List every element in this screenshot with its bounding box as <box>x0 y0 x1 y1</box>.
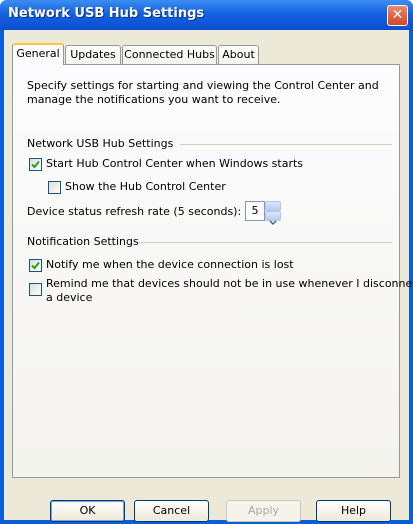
window-title: Network USB Hub Settings <box>8 6 205 21</box>
tab-updates[interactable]: Updates <box>65 45 121 64</box>
refresh-rate-spinner[interactable] <box>265 201 281 226</box>
notify-lost-checkbox[interactable] <box>29 259 42 272</box>
start-hub-label[interactable]: Start Hub Control Center when Windows st… <box>46 157 303 170</box>
general-tab-panel: Specify settings for starting and viewin… <box>12 64 413 478</box>
hub-settings-group-label: Network USB Hub Settings <box>27 137 174 150</box>
refresh-rate-label: Device status refresh rate (5 seconds): <box>27 205 242 218</box>
tab-connected-hubs[interactable]: Connected Hubs <box>122 45 217 64</box>
show-hub-label[interactable]: Show the Hub Control Center <box>65 180 226 193</box>
close-button[interactable]: ✕ <box>387 5 408 26</box>
refresh-rate-input[interactable]: 5 <box>245 201 265 221</box>
ok-button[interactable]: OK <box>50 500 125 522</box>
notify-lost-label[interactable]: Notify me when the device connection is … <box>46 258 294 271</box>
spin-down-button[interactable] <box>265 211 281 226</box>
tab-about[interactable]: About <box>218 45 259 64</box>
remind-label-line1[interactable]: Remind me that devices should not be in … <box>46 277 413 290</box>
start-hub-checkbox[interactable] <box>29 158 42 171</box>
notification-separator <box>139 242 392 243</box>
dialog-window: Network USB Hub Settings ✕ General Updat… <box>0 0 413 524</box>
remind-label-line2[interactable]: a device <box>46 291 92 304</box>
remind-checkbox[interactable] <box>29 283 42 296</box>
close-icon: ✕ <box>391 7 404 23</box>
spin-up-button[interactable] <box>265 201 281 216</box>
show-hub-checkbox[interactable] <box>48 181 61 194</box>
checkmark-icon <box>31 261 40 270</box>
help-button[interactable]: Help <box>316 500 391 522</box>
chevron-down-icon <box>269 220 277 226</box>
dialog-client: General Updates Connected Hubs About Spe… <box>4 30 413 522</box>
checkmark-icon <box>31 160 40 169</box>
cancel-button[interactable]: Cancel <box>134 500 209 522</box>
tab-general[interactable]: General <box>12 43 64 65</box>
title-bar[interactable]: Network USB Hub Settings ✕ <box>0 0 413 30</box>
apply-button[interactable]: Apply <box>226 500 301 522</box>
notification-group-label: Notification Settings <box>27 235 139 248</box>
description-text: Specify settings for starting and viewin… <box>27 79 379 106</box>
hub-settings-separator <box>180 144 392 145</box>
